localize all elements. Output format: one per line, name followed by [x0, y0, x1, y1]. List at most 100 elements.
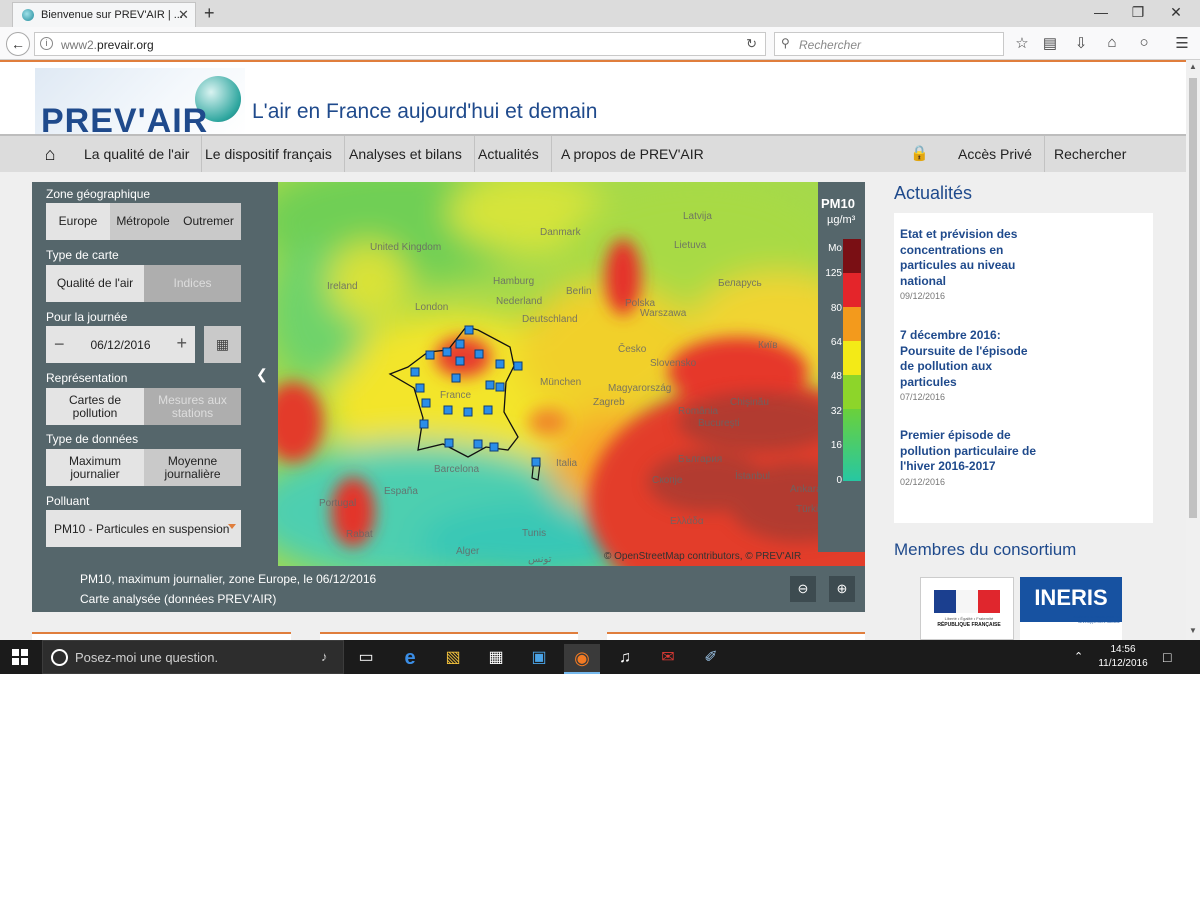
map-type-indices-button[interactable]: Indices: [144, 265, 241, 302]
close-tab-icon[interactable]: ✕: [178, 7, 189, 23]
remote-desktop-icon[interactable]: ▣: [521, 644, 557, 674]
map-label: Alger: [456, 546, 480, 557]
calendar-icon[interactable]: ▦: [204, 326, 241, 363]
map-caption-sub: Carte analysée (données PREV'AIR): [80, 592, 277, 606]
news-item-title[interactable]: 7 décembre 2016: Poursuite de l'épisode …: [900, 328, 1040, 390]
close-window-button[interactable]: ✕: [1166, 4, 1186, 21]
news-item-title[interactable]: Etat et prévision des concentrations en …: [900, 227, 1040, 289]
system-clock[interactable]: 14:56 11/12/2016: [1094, 643, 1152, 671]
nav-a-propos[interactable]: A propos de PREV'AIR: [549, 136, 716, 172]
legend-tick: 0: [836, 475, 842, 486]
map-label: Barcelona: [434, 464, 479, 475]
scroll-up-icon[interactable]: ▲: [1186, 62, 1200, 71]
nav-qualite-air[interactable]: La qualité de l'air: [72, 136, 203, 172]
task-view-icon[interactable]: ▭: [348, 644, 384, 674]
collapse-panel-icon[interactable]: ❮: [256, 366, 270, 382]
teaser-block: [607, 632, 865, 640]
reload-icon[interactable]: ↻: [746, 36, 757, 52]
ineris-logo[interactable]: INERIS maîtriser le risque pour un dével…: [1020, 577, 1122, 640]
home-icon[interactable]: ⌂: [1102, 34, 1122, 51]
news-item-title[interactable]: Premier épisode de pollution particulair…: [900, 428, 1040, 475]
map-label: Київ: [758, 340, 778, 351]
pollutant-select[interactable]: PM10 - Particules en suspension: [46, 510, 241, 547]
map-label: Slovensko: [650, 358, 697, 369]
pm10-legend: PM10 µg/m³ Mo 125 80 64 48 32 16 0: [818, 182, 865, 552]
zone-europe-button[interactable]: Europe: [46, 203, 110, 240]
notification-icon[interactable]: □: [1163, 649, 1171, 665]
map-caption-main: PM10, maximum journalier, zone Europe, l…: [80, 572, 377, 586]
legend-swatch: [843, 341, 861, 375]
republique-francaise-logo[interactable]: Liberté • Égalité • Fraternité RÉPUBLIQU…: [920, 577, 1014, 640]
back-button[interactable]: ←: [6, 32, 30, 56]
voice-recorder-icon[interactable]: ♫: [607, 644, 643, 674]
nav-analyses[interactable]: Analyses et bilans: [337, 136, 475, 172]
edge-icon[interactable]: e: [392, 644, 428, 674]
tab-title: Bienvenue sur PREV'AIR | ...: [41, 9, 183, 21]
mail-icon[interactable]: ✉: [650, 644, 686, 674]
zoom-out-icon[interactable]: ⊖: [790, 576, 816, 602]
members-heading: Membres du consortium: [894, 540, 1077, 559]
chevron-up-icon[interactable]: ⌃: [1074, 650, 1083, 663]
map-label: Ελλάδα: [670, 515, 704, 527]
site-tagline: L'air en France aujourd'hui et demain: [252, 100, 598, 123]
lock-icon: 🔒: [910, 145, 929, 162]
map-label: Deutschland: [522, 314, 578, 325]
paint-icon[interactable]: ✐: [693, 644, 729, 674]
browser-search-input[interactable]: ⚲ Rechercher: [774, 32, 1004, 56]
prevair-logo[interactable]: PREV'AIR: [35, 68, 245, 136]
nav-dispositif[interactable]: Le dispositif français: [193, 136, 345, 172]
scrollbar-thumb[interactable]: [1189, 78, 1197, 518]
rf-motto: Liberté • Égalité • Fraternité: [944, 616, 994, 621]
map-label: România: [678, 406, 718, 417]
pollution-map[interactable]: Latvija Danmark United Kingdom Ireland H…: [278, 182, 865, 566]
zoom-in-icon[interactable]: ⊕: [829, 576, 855, 602]
legend-swatch: [843, 409, 861, 481]
download-icon[interactable]: ⇩: [1071, 34, 1091, 52]
home-nav-icon[interactable]: ⌂: [32, 144, 68, 166]
windows-start-icon[interactable]: [12, 649, 28, 665]
address-bar[interactable]: i www2.prevair.org ↻: [34, 32, 766, 56]
bookmark-star-icon[interactable]: ☆: [1012, 34, 1032, 52]
data-moyenne-journaliere-button[interactable]: Moyenne journalière: [144, 449, 241, 486]
new-tab-button[interactable]: +: [204, 3, 215, 24]
nav-actualites[interactable]: Actualités: [466, 136, 552, 172]
clock-time: 14:56: [1110, 644, 1136, 655]
nav-acces-prive[interactable]: Accès Privé: [946, 136, 1045, 172]
restore-window-button[interactable]: ❐: [1128, 4, 1148, 21]
news-list: Etat et prévision des concentrations en …: [894, 213, 1153, 523]
pocket-icon[interactable]: ○: [1134, 34, 1154, 51]
flag-blue: [934, 590, 956, 613]
zone-outremer-button[interactable]: Outremer: [176, 203, 241, 240]
store-icon[interactable]: ▦: [478, 644, 514, 674]
data-max-journalier-button[interactable]: Maximum journalier: [46, 449, 144, 486]
teaser-block: [320, 632, 578, 640]
logo-text: PREV'AIR: [41, 102, 209, 136]
legend-tick: 125: [825, 268, 842, 279]
ineris-subtitle: maîtriser le risque pour un développemen…: [1073, 614, 1120, 624]
nav-rechercher[interactable]: Rechercher: [1042, 136, 1138, 172]
firefox-icon[interactable]: ◉: [564, 644, 600, 674]
cortana-search-box[interactable]: Posez-moi une question. ♪: [42, 640, 344, 674]
zone-metropole-button[interactable]: Métropole: [110, 203, 176, 240]
news-item-date: 02/12/2016: [900, 477, 946, 487]
map-attribution[interactable]: © OpenStreetMap contributors, © PREV'AIR: [604, 551, 801, 562]
microphone-icon[interactable]: ♪: [321, 649, 328, 664]
rep-mesures-stations-button[interactable]: Mesures aux stations: [144, 388, 241, 425]
rep-cartes-pollution-button[interactable]: Cartes de pollution: [46, 388, 144, 425]
browser-tab-active[interactable]: Bienvenue sur PREV'AIR | ... ✕: [12, 2, 196, 27]
browser-tab-bar: Bienvenue sur PREV'AIR | ... ✕ + — ❐ ✕: [0, 0, 1200, 27]
scroll-down-icon[interactable]: ▼: [1186, 626, 1200, 635]
map-label: Bucureşti: [698, 418, 740, 429]
cortana-icon: [51, 649, 68, 666]
file-explorer-icon[interactable]: ▧: [435, 644, 471, 674]
menu-hamburger-icon[interactable]: ☰: [1172, 34, 1192, 52]
map-type-air-quality-button[interactable]: Qualité de l'air: [46, 265, 144, 302]
reading-list-icon[interactable]: ▤: [1040, 34, 1060, 52]
page-scrollbar[interactable]: ▲ ▼: [1186, 60, 1200, 640]
browser-toolbar: ← i www2.prevair.org ↻ ⚲ Rechercher ☆ ▤ …: [0, 27, 1200, 60]
legend-tick: 80: [830, 303, 842, 314]
date-stepper[interactable]: − 06/12/2016 +: [46, 326, 195, 363]
minimize-window-button[interactable]: —: [1091, 4, 1111, 20]
site-info-icon[interactable]: i: [40, 37, 53, 50]
date-plus-button[interactable]: +: [176, 333, 187, 354]
